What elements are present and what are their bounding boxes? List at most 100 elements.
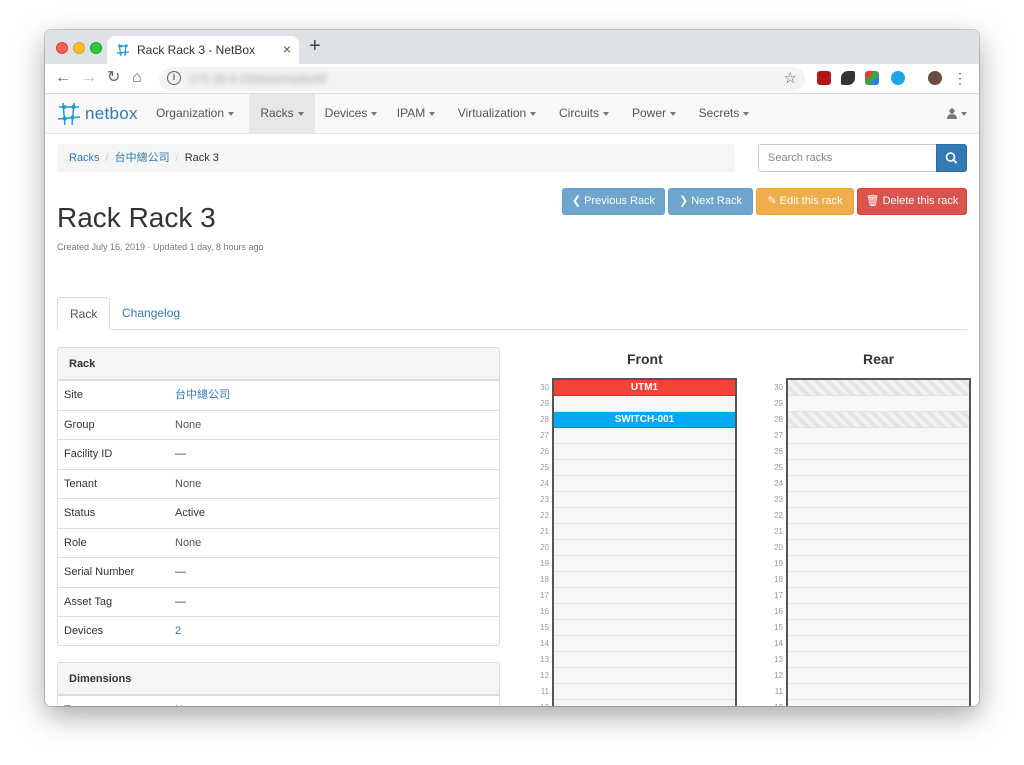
caret-down-icon [429, 111, 436, 116]
close-tab-icon[interactable]: × [283, 41, 291, 57]
breadcrumb: Racks / 台中總公司 / Rack 3 [57, 144, 735, 172]
rear-rack-slot[interactable] [788, 540, 969, 556]
address-bar[interactable]: i 172.16.3.10/dcim/racks/3/ ☆ [159, 67, 805, 91]
rear-rack-slot-occupied[interactable] [788, 380, 969, 396]
reload-icon[interactable]: ↻ [107, 68, 120, 88]
rear-rack-slot[interactable] [788, 668, 969, 684]
search-button[interactable] [936, 144, 967, 172]
brand-logo[interactable]: netbox [57, 102, 138, 126]
rear-rack-slot[interactable] [788, 572, 969, 588]
profile-avatar[interactable] [928, 71, 942, 85]
nav-secrets-label: Secrets [698, 106, 740, 120]
breadcrumb-racks[interactable]: Racks [69, 152, 100, 164]
front-rack-slot[interactable] [554, 668, 735, 684]
sync-extension-icon[interactable] [891, 71, 905, 85]
nav-racks-label: Racks [260, 106, 294, 120]
next-rack-button[interactable]: ❯ Next Rack [668, 188, 753, 215]
rear-unit-number: 10 [765, 703, 783, 706]
front-rack-slot[interactable] [554, 556, 735, 572]
colorful-extension-icon[interactable] [865, 71, 879, 85]
rear-unit-number: 17 [774, 591, 783, 600]
minimize-window-button[interactable] [73, 42, 85, 54]
rear-rack-slot[interactable] [788, 684, 969, 700]
chevron-right-icon: ❯ [679, 195, 689, 207]
rear-rack-slot[interactable] [788, 652, 969, 668]
back-arrow-icon[interactable]: ← [55, 68, 71, 88]
breadcrumb-site[interactable]: 台中總公司 [115, 152, 170, 164]
rear-rack-slot[interactable] [788, 556, 969, 572]
edit-rack-button[interactable]: ✎ Edit this rack [756, 188, 854, 215]
nav-circuits[interactable]: Circuits [555, 94, 613, 133]
front-rack-slot[interactable] [554, 508, 735, 524]
maximize-window-button[interactable] [90, 42, 102, 54]
dimensions-panel: Dimensions Type None [57, 662, 500, 706]
home-icon[interactable]: ⌂ [132, 68, 142, 88]
info-icon[interactable]: i [167, 71, 181, 85]
previous-rack-button[interactable]: ❮ Previous Rack [562, 188, 665, 215]
forward-arrow-icon[interactable]: → [81, 68, 97, 88]
tabs-divider [57, 329, 967, 330]
rear-rack-slot[interactable] [788, 492, 969, 508]
site-link[interactable]: 台中總公司 [175, 381, 230, 410]
rear-rack-slot[interactable] [788, 396, 969, 412]
nav-devices[interactable]: Devices [321, 94, 381, 133]
front-rack-slot[interactable] [554, 540, 735, 556]
pencil-icon: ✎ [767, 195, 777, 207]
front-rack-slot[interactable] [554, 396, 735, 412]
front-elevation-title: Front [627, 351, 663, 367]
rear-rack-slot[interactable] [788, 524, 969, 540]
new-tab-button[interactable]: + [309, 35, 321, 57]
rear-rack-slot[interactable] [788, 460, 969, 476]
rear-unit-number: 27 [774, 431, 783, 440]
rack-device-utm1[interactable]: UTM1 [554, 380, 735, 396]
nav-secrets[interactable]: Secrets [695, 94, 753, 133]
nav-ipam[interactable]: IPAM [394, 94, 438, 133]
user-menu[interactable] [947, 94, 967, 133]
front-rack-slot[interactable] [554, 444, 735, 460]
rear-rack-slot[interactable] [788, 508, 969, 524]
rear-rack-slot[interactable] [788, 620, 969, 636]
front-rack-slot[interactable] [554, 460, 735, 476]
nav-racks[interactable]: Racks [249, 94, 315, 133]
rear-rack-slot[interactable] [788, 588, 969, 604]
row-value: None [175, 536, 202, 549]
browser-window: Rack Rack 3 - NetBox × + ← → ↻ ⌂ i 172.1… [45, 30, 979, 706]
front-rack-slot[interactable] [554, 588, 735, 604]
close-window-button[interactable] [56, 42, 68, 54]
front-rack-slot[interactable] [554, 428, 735, 444]
rear-rack-slot[interactable] [788, 428, 969, 444]
front-rack-slot[interactable] [554, 620, 735, 636]
rear-rack-slot[interactable] [788, 700, 969, 706]
browser-menu-icon[interactable]: ⋮ [953, 69, 967, 87]
nav-organization[interactable]: Organization [153, 94, 237, 133]
row-label: Site [64, 389, 83, 401]
rear-rack-slot[interactable] [788, 604, 969, 620]
browser-tab[interactable]: Rack Rack 3 - NetBox × [107, 36, 299, 64]
rear-rack-slot[interactable] [788, 444, 969, 460]
nav-virtualization[interactable]: Virtualization [456, 94, 538, 133]
ublock-extension-icon[interactable] [817, 71, 831, 85]
front-rack-slot[interactable] [554, 636, 735, 652]
front-rack-slot[interactable] [554, 684, 735, 700]
front-rack-slot[interactable] [554, 604, 735, 620]
tab-rack[interactable]: Rack [57, 297, 111, 330]
nav-power[interactable]: Power [629, 94, 679, 133]
rear-rack-slot-occupied[interactable] [788, 412, 969, 428]
front-rack-slot[interactable] [554, 652, 735, 668]
row-label: Type [64, 696, 88, 706]
extension-icon[interactable] [841, 71, 855, 85]
search-racks-input[interactable] [758, 144, 937, 172]
devices-count-link[interactable]: 2 [175, 617, 181, 645]
front-rack-slot[interactable] [554, 476, 735, 492]
delete-rack-button[interactable]: 🗑 Delete this rack [857, 188, 967, 215]
front-rack-slot[interactable] [554, 700, 735, 706]
front-rack-slot[interactable] [554, 524, 735, 540]
bookmark-star-icon[interactable]: ☆ [784, 69, 797, 87]
rear-rack-slot[interactable] [788, 636, 969, 652]
front-rack-slot[interactable] [554, 572, 735, 588]
rack-device-switch-001[interactable]: SWITCH-001 [554, 412, 735, 428]
front-rack-slot[interactable] [554, 492, 735, 508]
rear-rack-slot[interactable] [788, 476, 969, 492]
row-label: Group [64, 418, 95, 431]
tab-changelog[interactable]: Changelog [110, 297, 192, 330]
